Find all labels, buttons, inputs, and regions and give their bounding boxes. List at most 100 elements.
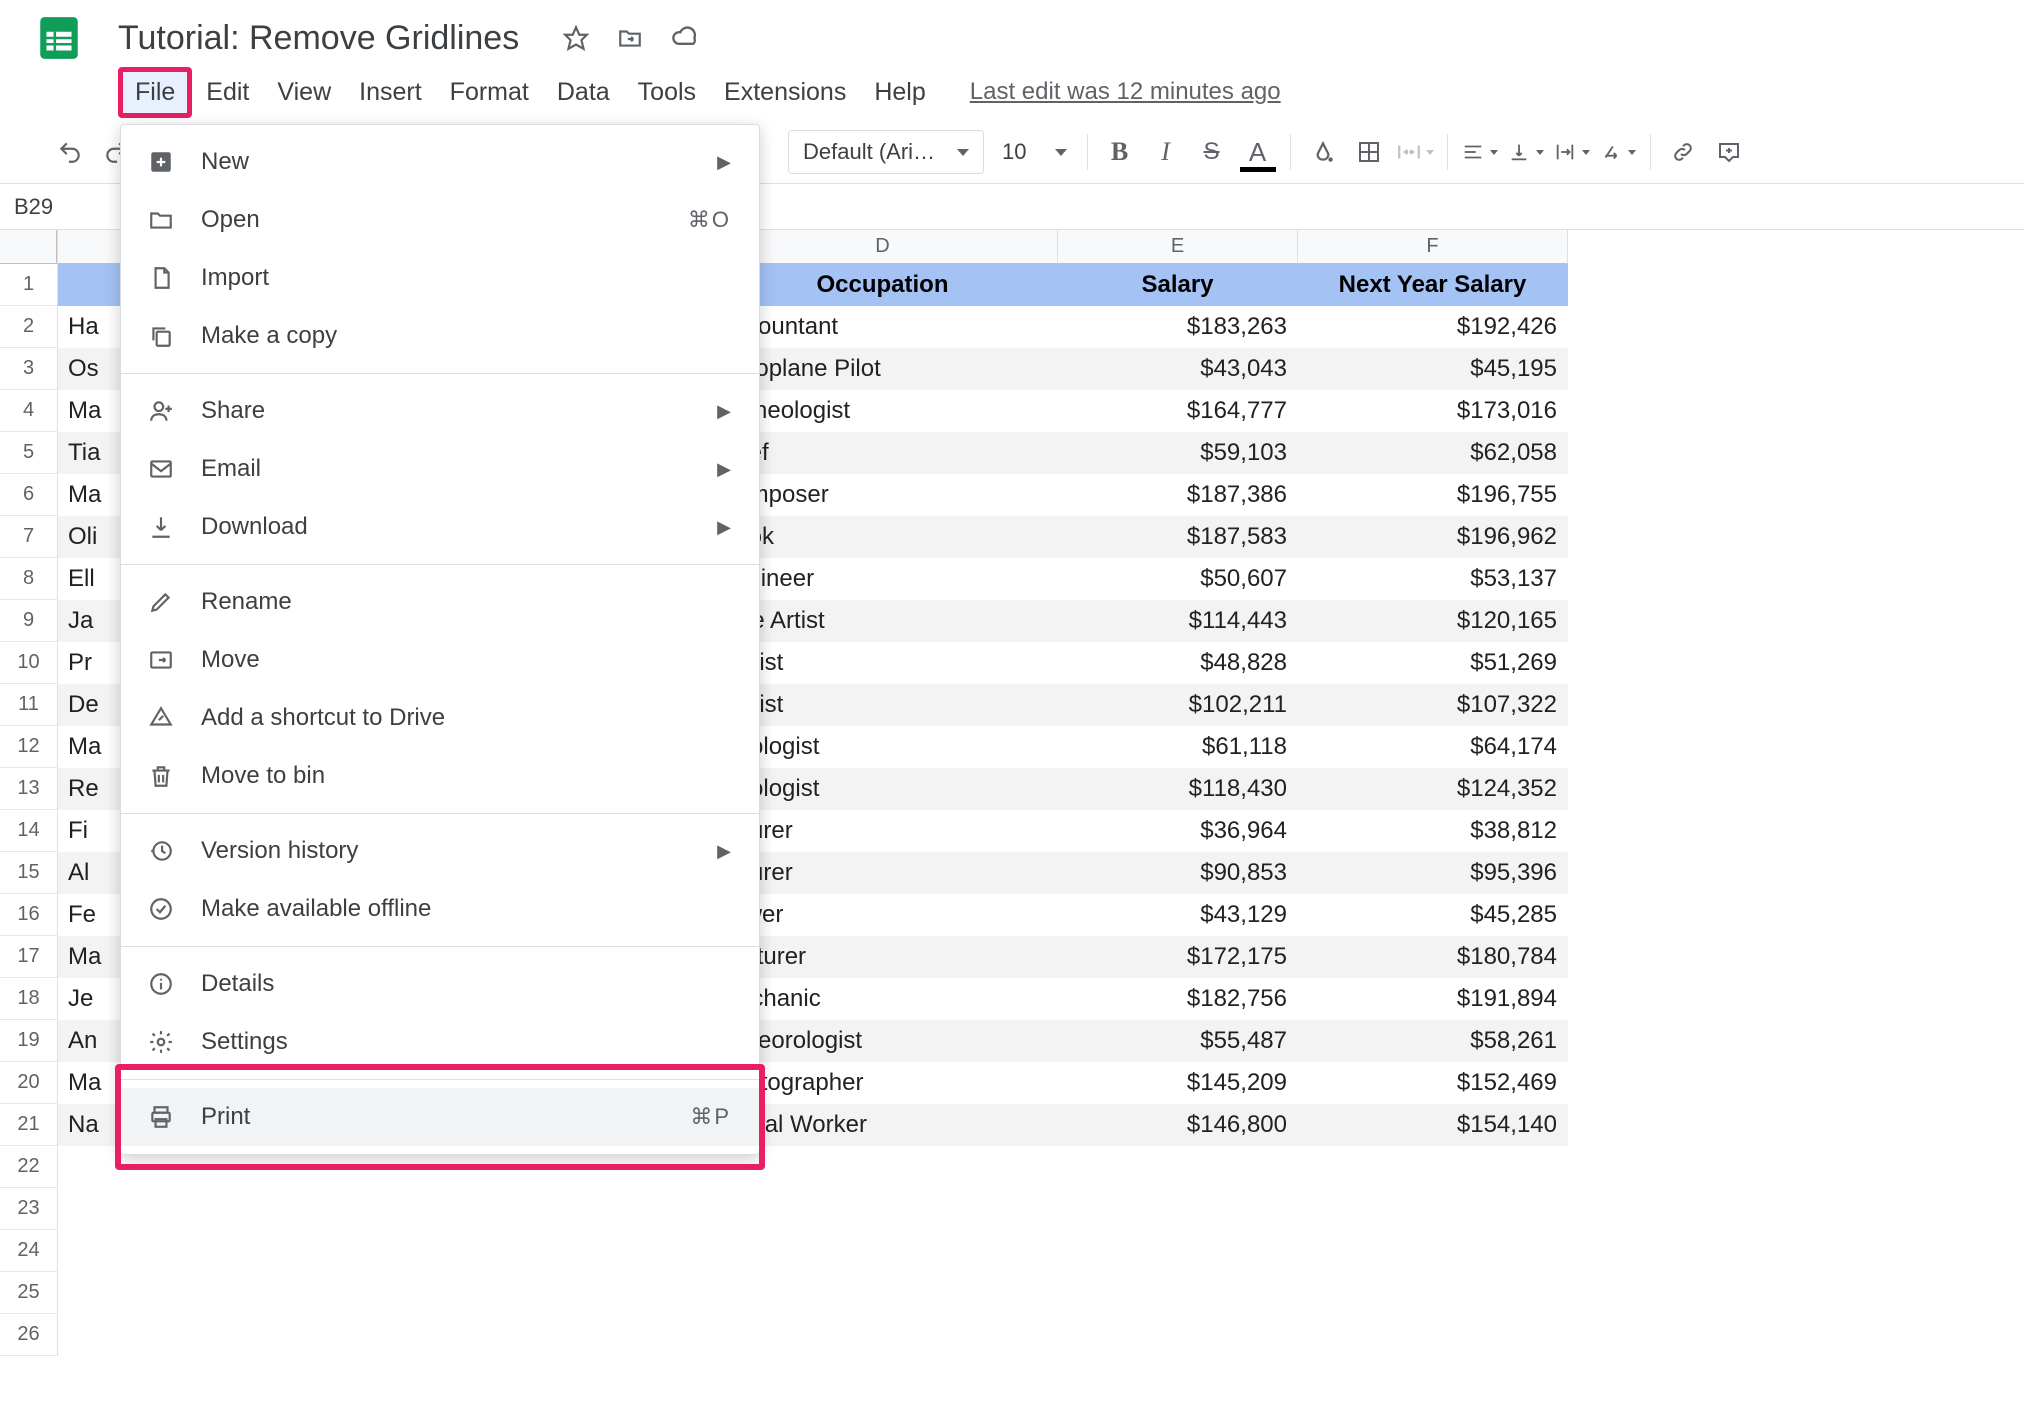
cell[interactable]: $183,263 xyxy=(1058,306,1298,348)
row-header[interactable]: 2 xyxy=(0,306,57,348)
cell[interactable]: $95,396 xyxy=(1298,852,1568,894)
last-edit-link[interactable]: Last edit was 12 minutes ago xyxy=(970,78,1281,106)
file-menu-import[interactable]: Import xyxy=(121,249,759,307)
cell[interactable] xyxy=(1298,1314,1568,1356)
menu-format[interactable]: Format xyxy=(436,72,543,113)
text-rotation-button[interactable] xyxy=(1596,130,1640,174)
file-menu-download[interactable]: Download▶ xyxy=(121,498,759,556)
cell[interactable] xyxy=(358,1188,708,1230)
cell[interactable] xyxy=(708,1314,1058,1356)
file-menu-move-to-bin[interactable]: Move to bin xyxy=(121,747,759,805)
menu-file[interactable]: File xyxy=(118,67,192,118)
cell[interactable]: $196,962 xyxy=(1298,516,1568,558)
column-header[interactable]: E xyxy=(1058,230,1298,264)
cell[interactable]: $36,964 xyxy=(1058,810,1298,852)
cell[interactable]: $45,195 xyxy=(1298,348,1568,390)
cell[interactable]: Aeroplane Pilot xyxy=(708,348,1058,390)
cell[interactable] xyxy=(708,1146,1058,1188)
cell[interactable]: $50,607 xyxy=(1058,558,1298,600)
file-menu-version-history[interactable]: Version history▶ xyxy=(121,822,759,880)
row-header[interactable]: 20 xyxy=(0,1062,57,1104)
name-box[interactable]: B29 xyxy=(14,194,134,220)
menu-view[interactable]: View xyxy=(263,72,345,113)
cell[interactable]: Insurer xyxy=(708,852,1058,894)
cell[interactable]: $58,261 xyxy=(1298,1020,1568,1062)
row-header[interactable]: 19 xyxy=(0,1020,57,1062)
cell[interactable]: Cook xyxy=(708,516,1058,558)
cell[interactable] xyxy=(1298,1272,1568,1314)
cell[interactable]: Geologist xyxy=(708,726,1058,768)
cell[interactable] xyxy=(1058,1230,1298,1272)
header-cell[interactable]: Salary xyxy=(1058,264,1298,306)
cell[interactable] xyxy=(58,1230,358,1272)
row-header[interactable]: 6 xyxy=(0,474,57,516)
cell[interactable]: $43,129 xyxy=(1058,894,1298,936)
header-cell[interactable]: Occupation xyxy=(708,264,1058,306)
file-menu-settings[interactable]: Settings xyxy=(121,1013,759,1071)
row-header[interactable]: 12 xyxy=(0,726,57,768)
file-menu-print[interactable]: Print⌘P xyxy=(121,1088,759,1146)
cell[interactable]: $53,137 xyxy=(1298,558,1568,600)
header-cell[interactable]: Next Year Salary xyxy=(1298,264,1568,306)
file-menu-new[interactable]: New▶ xyxy=(121,133,759,191)
cell[interactable] xyxy=(1298,1230,1568,1272)
cell[interactable]: $51,269 xyxy=(1298,642,1568,684)
row-header[interactable]: 1 xyxy=(0,264,57,306)
file-menu-make-available-offline[interactable]: Make available offline xyxy=(121,880,759,938)
cell[interactable]: $64,174 xyxy=(1298,726,1568,768)
cell[interactable]: Florist xyxy=(708,642,1058,684)
font-family-dropdown[interactable]: Default (Ari… xyxy=(788,130,984,174)
cell[interactable]: $145,209 xyxy=(1058,1062,1298,1104)
row-header[interactable]: 21 xyxy=(0,1104,57,1146)
cell[interactable]: Lecturer xyxy=(708,936,1058,978)
cell[interactable]: $187,583 xyxy=(1058,516,1298,558)
cell[interactable]: $59,103 xyxy=(1058,432,1298,474)
cell[interactable]: $124,352 xyxy=(1298,768,1568,810)
cell[interactable] xyxy=(58,1272,358,1314)
cell[interactable]: $62,058 xyxy=(1298,432,1568,474)
cell[interactable] xyxy=(1058,1188,1298,1230)
row-header[interactable]: 4 xyxy=(0,390,57,432)
cell[interactable] xyxy=(58,1314,358,1356)
cell[interactable] xyxy=(1058,1314,1298,1356)
menu-edit[interactable]: Edit xyxy=(192,72,263,113)
cell[interactable]: $182,756 xyxy=(1058,978,1298,1020)
row-header[interactable]: 3 xyxy=(0,348,57,390)
menu-data[interactable]: Data xyxy=(543,72,624,113)
cell[interactable] xyxy=(1298,1188,1568,1230)
cell[interactable]: $61,118 xyxy=(1058,726,1298,768)
borders-button[interactable] xyxy=(1347,130,1391,174)
horizontal-align-button[interactable] xyxy=(1458,130,1502,174)
cell[interactable]: $191,894 xyxy=(1298,978,1568,1020)
text-color-button[interactable]: A xyxy=(1236,130,1280,174)
row-header[interactable]: 14 xyxy=(0,810,57,852)
cell[interactable]: $154,140 xyxy=(1298,1104,1568,1146)
column-header[interactable]: D xyxy=(708,230,1058,264)
cloud-status-icon[interactable] xyxy=(671,24,699,52)
row-header[interactable]: 23 xyxy=(0,1188,57,1230)
file-menu-add-a-shortcut-to-drive[interactable]: Add a shortcut to Drive xyxy=(121,689,759,747)
menu-extensions[interactable]: Extensions xyxy=(710,72,860,113)
row-header[interactable]: 24 xyxy=(0,1230,57,1272)
cell[interactable] xyxy=(358,1314,708,1356)
row-header[interactable]: 8 xyxy=(0,558,57,600)
cell[interactable]: $38,812 xyxy=(1298,810,1568,852)
cell[interactable]: Florist xyxy=(708,684,1058,726)
vertical-align-button[interactable] xyxy=(1504,130,1548,174)
cell[interactable]: Geologist xyxy=(708,768,1058,810)
file-menu-details[interactable]: Details xyxy=(121,955,759,1013)
cell[interactable]: Archeologist xyxy=(708,390,1058,432)
row-header[interactable]: 18 xyxy=(0,978,57,1020)
cell[interactable]: Mechanic xyxy=(708,978,1058,1020)
cell[interactable]: Chef xyxy=(708,432,1058,474)
document-title[interactable]: Tutorial: Remove Gridlines xyxy=(118,19,519,58)
cell[interactable]: $45,285 xyxy=(1298,894,1568,936)
cell[interactable] xyxy=(1298,1146,1568,1188)
cell[interactable]: $172,175 xyxy=(1058,936,1298,978)
strikethrough-button[interactable]: S xyxy=(1190,130,1234,174)
merge-cells-button[interactable] xyxy=(1393,130,1437,174)
cell[interactable]: $107,322 xyxy=(1298,684,1568,726)
file-menu-rename[interactable]: Rename xyxy=(121,573,759,631)
italic-button[interactable]: I xyxy=(1144,130,1188,174)
cell[interactable]: $43,043 xyxy=(1058,348,1298,390)
